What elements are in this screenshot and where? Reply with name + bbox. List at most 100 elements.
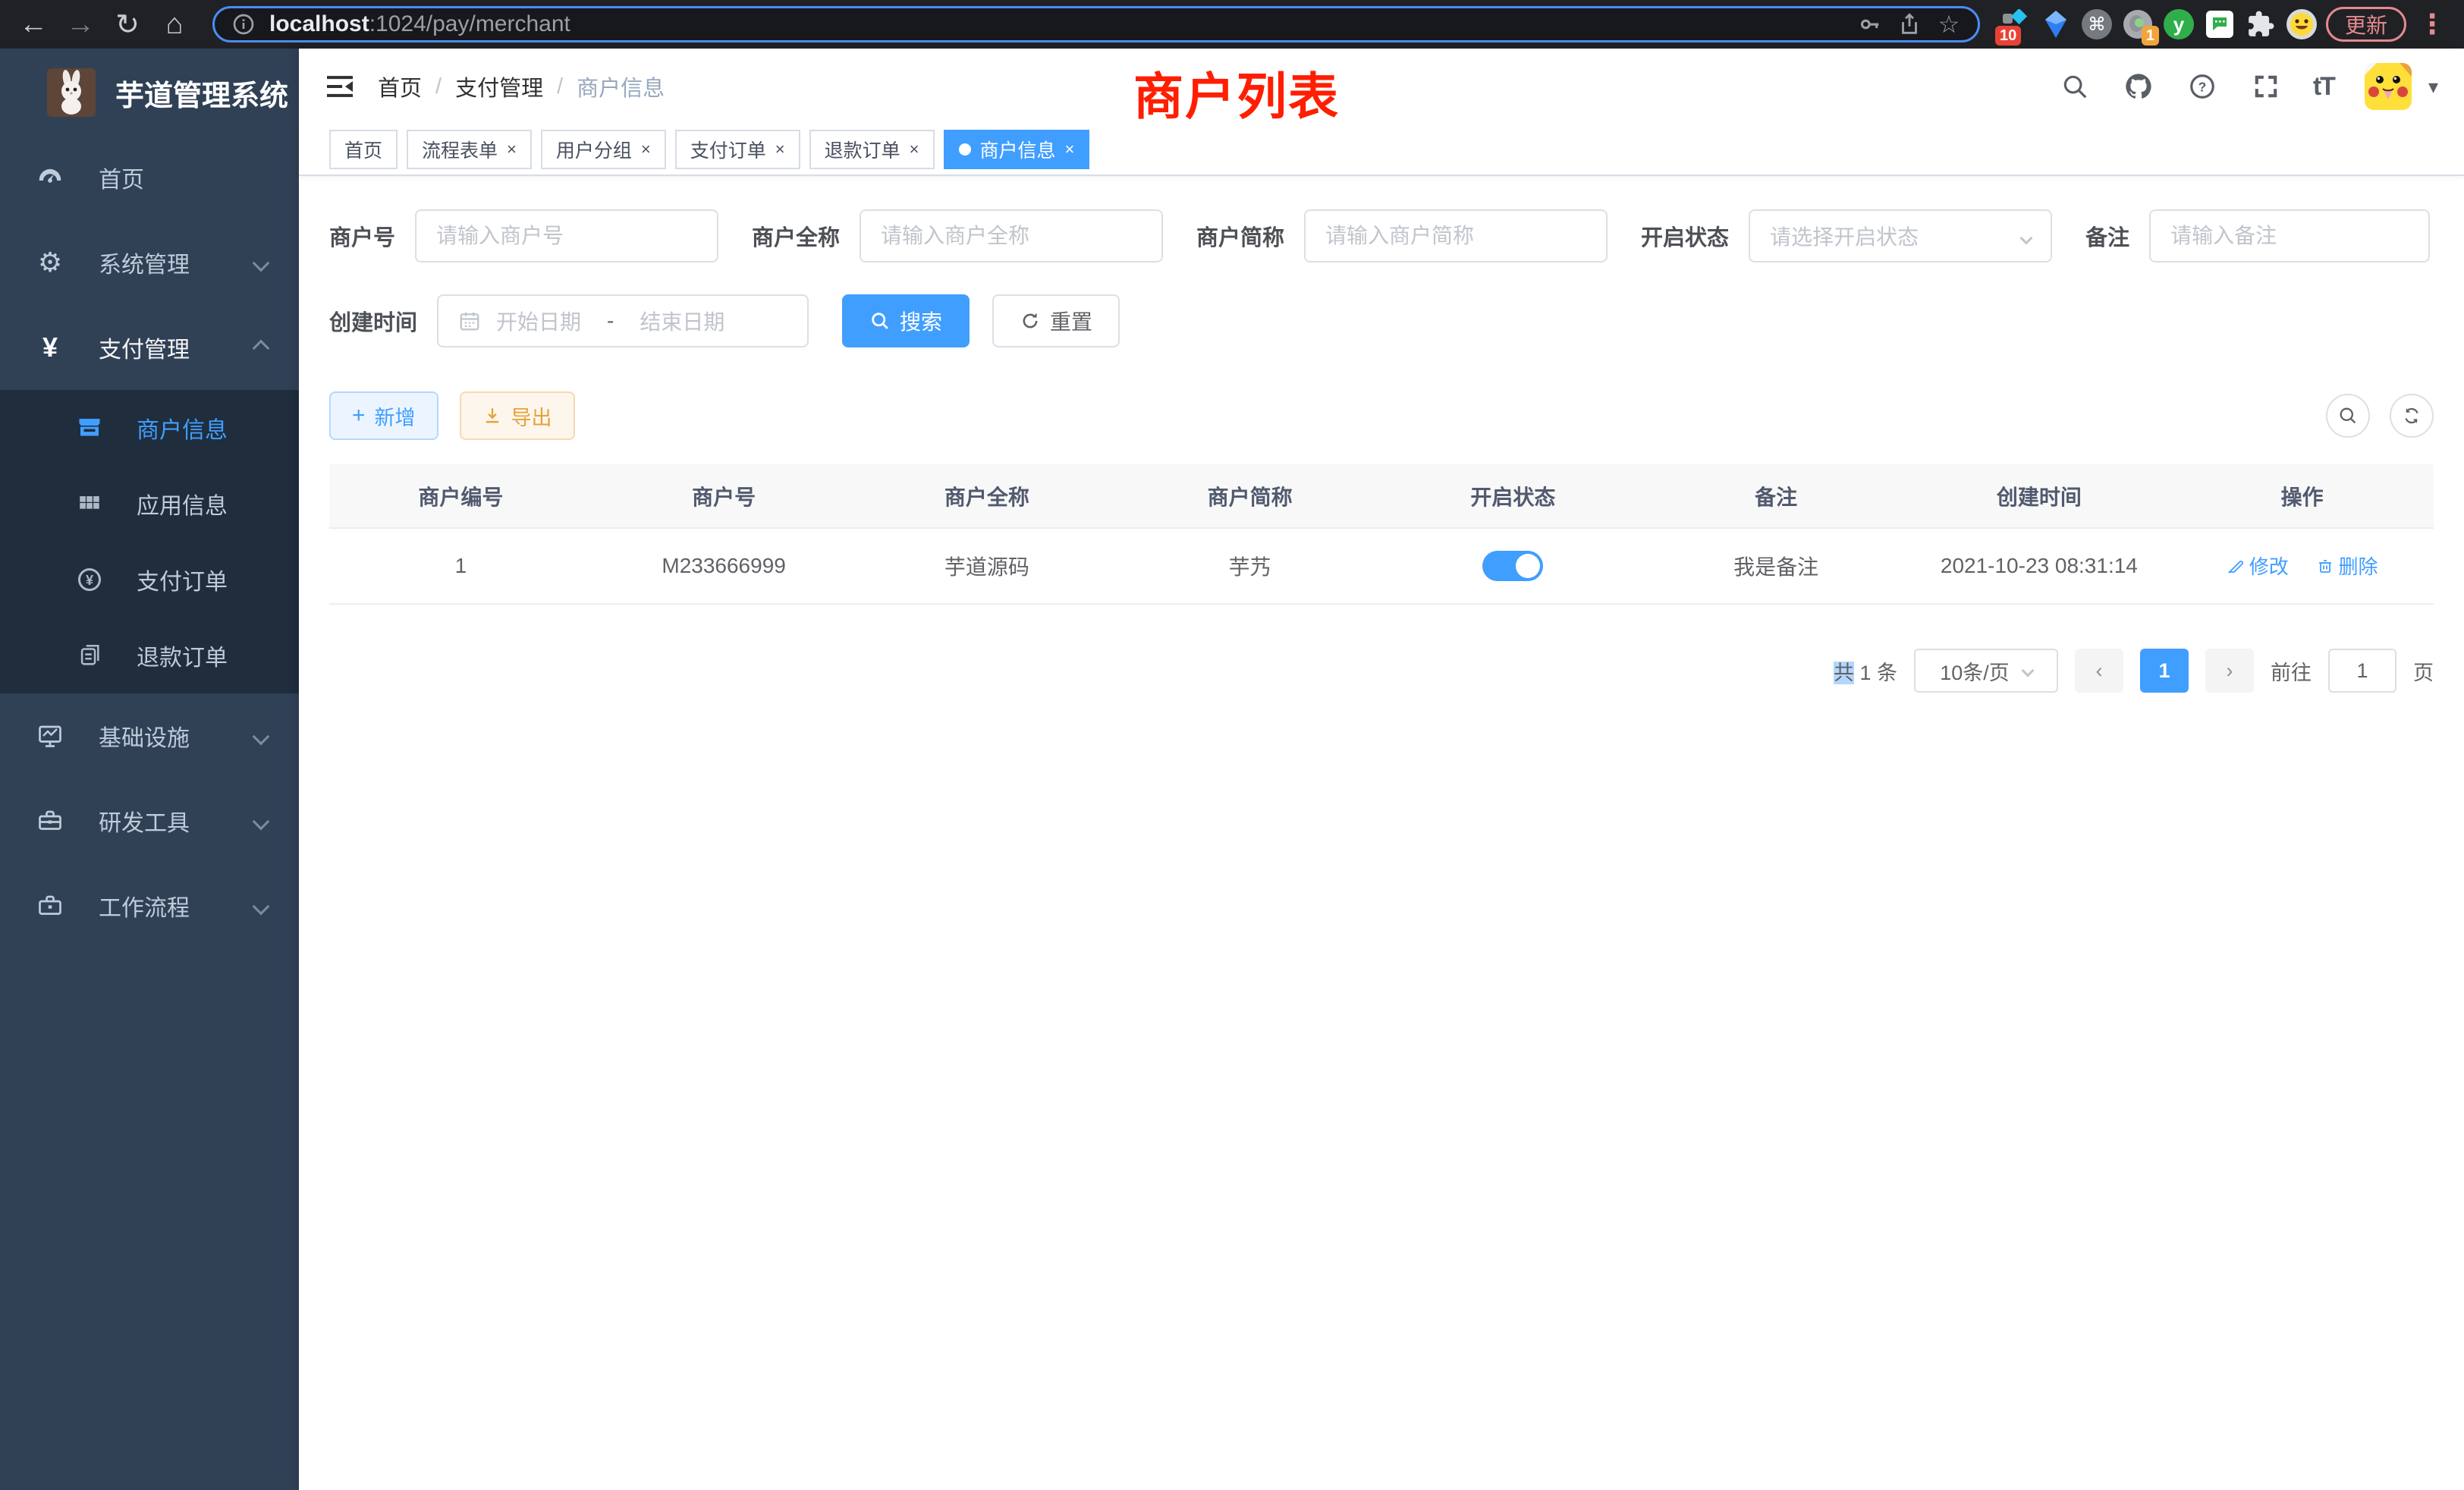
total-rest: 1 条: [1859, 662, 1897, 684]
sidebar-item-label: 系统管理: [99, 246, 190, 279]
close-icon[interactable]: ×: [1065, 140, 1075, 159]
next-page-button[interactable]: ›: [2205, 649, 2254, 693]
close-icon[interactable]: ×: [641, 140, 651, 159]
status-select[interactable]: 请选择开启状态: [1749, 209, 2052, 262]
store-icon: [73, 411, 106, 445]
goto-page-input[interactable]: [2328, 649, 2396, 693]
sidebar-item-home[interactable]: 首页: [0, 135, 299, 220]
show-search-toggle-button[interactable]: [2326, 394, 2370, 438]
briefcase-icon: [33, 889, 67, 923]
tag-home[interactable]: 首页: [329, 130, 398, 169]
browser-update-button[interactable]: 更新: [2326, 7, 2406, 42]
table-tools: [2326, 394, 2434, 438]
breadcrumb-home[interactable]: 首页: [378, 71, 422, 102]
extension-badge: 10: [1995, 26, 2021, 46]
tag-merchant-info[interactable]: 商户信息 ×: [944, 130, 1090, 169]
search-button[interactable]: 搜索: [842, 294, 970, 347]
delete-button[interactable]: 删除: [2316, 552, 2378, 580]
tag-label: 首页: [344, 136, 382, 163]
grid-icon: [73, 487, 106, 520]
bookmark-star-icon[interactable]: ☆: [1935, 11, 1963, 38]
tag-label: 商户信息: [980, 136, 1056, 163]
prev-page-button[interactable]: ‹: [2075, 649, 2123, 693]
tag-refund-order[interactable]: 退款订单 ×: [809, 130, 935, 169]
status-toggle[interactable]: [1482, 551, 1543, 581]
browser-profile-avatar[interactable]: [2285, 8, 2318, 41]
remark-input[interactable]: [2170, 224, 2409, 248]
merchant-no-input[interactable]: [436, 224, 697, 248]
github-icon[interactable]: [2122, 70, 2155, 103]
browser-menu-icon[interactable]: ⋮: [2414, 8, 2450, 40]
share-icon[interactable]: [1896, 11, 1923, 38]
add-button[interactable]: + 新增: [329, 391, 438, 440]
avatar-extension-icon[interactable]: 1: [2121, 8, 2154, 41]
extension-grid-icon[interactable]: 10: [1998, 8, 2032, 41]
tag-user-group[interactable]: 用户分组 ×: [541, 130, 666, 169]
url-text[interactable]: localhost:1024/pay/merchant: [269, 11, 570, 37]
gem-extension-icon[interactable]: [2039, 8, 2073, 41]
password-key-icon[interactable]: [1856, 11, 1884, 38]
export-button[interactable]: 导出: [460, 391, 575, 440]
tag-label: 用户分组: [556, 136, 632, 163]
tag-label: 退款订单: [825, 136, 900, 163]
sidebar-item-label: 基础设施: [99, 719, 190, 753]
breadcrumb: 首页 / 支付管理 / 商户信息: [378, 71, 665, 102]
sidebar-item-workflow[interactable]: 工作流程: [0, 863, 299, 948]
filter-label: 商户全称: [752, 220, 840, 252]
sidebar-item-devtools[interactable]: 研发工具: [0, 778, 299, 863]
edit-button[interactable]: 修改: [2227, 552, 2289, 580]
sidebar-item-pay[interactable]: ¥ 支付管理: [0, 305, 299, 390]
delete-label: 删除: [2339, 552, 2378, 580]
yudao-extension-icon[interactable]: y: [2162, 8, 2195, 41]
close-icon[interactable]: ×: [775, 140, 785, 159]
svg-text:?: ?: [2198, 79, 2207, 94]
close-icon[interactable]: ×: [910, 140, 919, 159]
forward-icon[interactable]: →: [61, 5, 100, 44]
breadcrumb-pay[interactable]: 支付管理: [455, 71, 543, 102]
sidebar-item-label: 工作流程: [99, 889, 190, 923]
sidebar-item-app-info[interactable]: 应用信息: [0, 466, 299, 542]
short-name-input[interactable]: [1325, 224, 1586, 248]
user-avatar[interactable]: [2365, 63, 2412, 110]
cell-merchant-no: M233666999: [592, 528, 856, 604]
site-info-icon[interactable]: [230, 11, 257, 38]
sidebar-item-merchant-info[interactable]: 商户信息: [0, 390, 299, 466]
sidebar-item-label: 退款订单: [137, 639, 228, 672]
sidebar-logo[interactable]: 芋道管理系统: [0, 49, 299, 135]
app-root: 芋道管理系统 首页 ⚙ 系统管理 ¥ 支付管理 商户信息: [0, 49, 2464, 1490]
refresh-table-button[interactable]: [2390, 394, 2434, 438]
home-icon[interactable]: ⌂: [155, 5, 194, 44]
filter-label: 商户简称: [1196, 220, 1284, 252]
sidebar-item-pay-order[interactable]: ¥ 支付订单: [0, 542, 299, 618]
tag-process-form[interactable]: 流程表单×: [407, 130, 532, 169]
yen-icon: ¥: [33, 331, 67, 364]
font-size-icon[interactable]: tT: [2313, 72, 2334, 102]
caret-down-icon[interactable]: ▾: [2428, 75, 2438, 99]
sidebar-item-infra[interactable]: 基础设施: [0, 693, 299, 778]
reset-button[interactable]: 重置: [992, 294, 1120, 347]
help-icon[interactable]: ?: [2186, 70, 2219, 103]
current-page-button[interactable]: 1: [2140, 649, 2189, 693]
tag-pay-order[interactable]: 支付订单×: [675, 130, 800, 169]
reload-icon[interactable]: ↻: [108, 5, 147, 44]
command-extension-icon[interactable]: ⌘: [2080, 8, 2114, 41]
full-name-input[interactable]: [881, 224, 1142, 248]
filter-create-time: 创建时间 开始日期 - 结束日期: [329, 294, 809, 347]
extensions-puzzle-icon[interactable]: [2244, 8, 2277, 41]
page-size-select[interactable]: 10条/页: [1914, 649, 2058, 693]
sidebar-item-system[interactable]: ⚙ 系统管理: [0, 220, 299, 305]
close-icon[interactable]: ×: [507, 140, 517, 159]
chat-extension-icon[interactable]: [2203, 8, 2236, 41]
chevron-down-icon: [255, 250, 267, 275]
table-toolbar: + 新增 导出: [329, 391, 2434, 440]
fullscreen-icon[interactable]: [2249, 70, 2283, 103]
cell-create-time: 2021-10-23 08:31:14: [1908, 528, 2171, 604]
back-icon[interactable]: ←: [14, 5, 53, 44]
sidebar-fold-icon[interactable]: [325, 73, 355, 100]
url-bar[interactable]: localhost:1024/pay/merchant ☆: [212, 6, 1980, 42]
header-search-icon[interactable]: [2058, 70, 2092, 103]
sidebar-item-refund-order[interactable]: 退款订单: [0, 618, 299, 693]
goto-label: 前往: [2271, 656, 2312, 686]
filter-full-name: 商户全称: [752, 209, 1163, 262]
date-range-picker[interactable]: 开始日期 - 结束日期: [437, 294, 809, 347]
